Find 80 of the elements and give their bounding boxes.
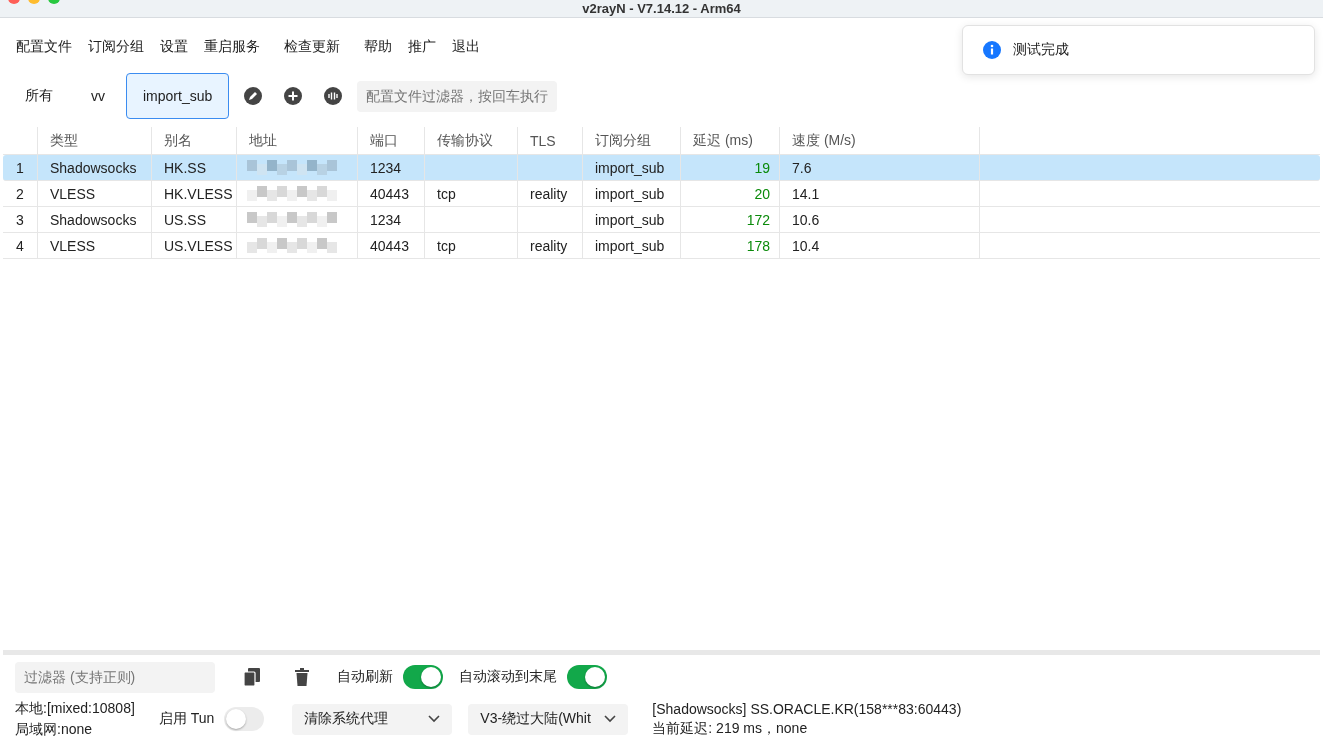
table-cell: reality xyxy=(530,185,568,202)
table-cell: reality xyxy=(530,237,568,254)
menu-item[interactable]: 帮助 xyxy=(356,38,400,56)
table-cell: 40443 xyxy=(370,237,409,254)
column-header[interactable]: 端口 xyxy=(370,131,398,150)
column-header[interactable]: 别名 xyxy=(164,131,192,150)
column-header[interactable]: 速度 (M/s) xyxy=(792,131,856,150)
local-port-text: 本地:[mixed:10808] xyxy=(15,699,135,718)
table-row[interactable]: 2 VLESS HK.VLESS 40443 tcp reality import_sub 20 14.1 xyxy=(3,181,1320,207)
toggle-switch[interactable] xyxy=(403,665,443,689)
table-row[interactable]: 1 Shadowsocks HK.SS 1234 import_sub 19 7.6 xyxy=(3,155,1320,181)
proxy-mode-dropdown[interactable]: 清除系统代理 xyxy=(292,703,453,735)
speed-test-icon[interactable] xyxy=(324,87,343,105)
trash-icon[interactable] xyxy=(295,668,309,686)
tab[interactable]: import_sub xyxy=(126,73,230,119)
row-number: 4 xyxy=(16,237,24,254)
toggle-switch[interactable] xyxy=(567,665,607,689)
profile-filter-field[interactable]: 配置文件过滤器，按回车执行 xyxy=(357,80,558,112)
toast-message: 测试完成 xyxy=(1013,41,1069,59)
table-cell: US.VLESS xyxy=(164,237,233,254)
column-header[interactable]: 订阅分组 xyxy=(595,131,651,150)
table-cell: import_sub xyxy=(595,185,665,202)
tab[interactable]: vv xyxy=(74,73,122,119)
routing-dropdown[interactable]: V3-绕过大陆(Whit xyxy=(468,703,629,735)
menu-item[interactable]: 退出 xyxy=(444,38,488,56)
table-cell: 14.1 xyxy=(792,185,820,202)
row-number: 1 xyxy=(16,159,24,176)
menu-item[interactable]: 配置文件 xyxy=(8,38,80,56)
table-cell: 10.6 xyxy=(792,211,820,228)
table-cell: 19 xyxy=(754,159,770,176)
table-cell: tcp xyxy=(437,185,456,202)
menu-item[interactable]: 重启服务 xyxy=(196,38,268,56)
toggle-label: 启用 Tun xyxy=(158,710,215,728)
table-cell: import_sub xyxy=(595,237,665,254)
chevron-down-icon xyxy=(428,715,441,723)
lan-text: 局域网:none xyxy=(15,720,94,739)
copy-icon[interactable] xyxy=(244,668,260,686)
log-filter-field[interactable]: 过滤器 (支持正则) xyxy=(15,661,215,693)
server-text: [Shadowsocks] SS.ORACLE.KR(158***83:60443) xyxy=(652,700,962,717)
add-icon[interactable] xyxy=(284,87,303,105)
toggle-switch[interactable] xyxy=(224,707,265,731)
info-icon xyxy=(983,41,1001,59)
table-cell: import_sub xyxy=(595,211,665,228)
toggle-label: 自动滚动到末尾 xyxy=(459,668,557,686)
table-cell: 1234 xyxy=(370,159,402,176)
toggle-label: 自动刷新 xyxy=(337,668,393,686)
table-cell: 1234 xyxy=(370,211,402,228)
table-cell: HK.VLESS xyxy=(164,185,233,202)
table-row[interactable]: 3 Shadowsocks US.SS 1234 import_sub 172 10.6 xyxy=(3,207,1320,233)
row-number: 2 xyxy=(16,185,24,202)
table-cell: 10.4 xyxy=(792,237,820,254)
table-cell: tcp xyxy=(437,237,456,254)
delay-text: 当前延迟: 219 ms，none xyxy=(652,719,809,738)
menu-item[interactable]: 设置 xyxy=(152,38,196,56)
table-cell: Shadowsocks xyxy=(50,159,137,176)
chevron-down-icon xyxy=(604,715,617,723)
table-cell: 172 xyxy=(746,211,770,228)
table-cell: VLESS xyxy=(50,237,96,254)
menu-item[interactable]: 推广 xyxy=(400,38,444,56)
edit-icon[interactable] xyxy=(244,87,263,105)
column-header[interactable]: 延迟 (ms) xyxy=(693,131,753,150)
table-cell: VLESS xyxy=(50,185,96,202)
table-cell: 7.6 xyxy=(792,159,812,176)
table-cell: Shadowsocks xyxy=(50,211,137,228)
table-row[interactable]: 4 VLESS US.VLESS 40443 tcp reality import_sub 178 10.4 xyxy=(3,233,1320,259)
table-cell: HK.SS xyxy=(164,159,206,176)
column-header[interactable]: 传输协议 xyxy=(437,131,493,150)
column-header[interactable]: TLS xyxy=(530,132,556,149)
column-header[interactable]: 类型 xyxy=(50,131,78,150)
table-cell: US.SS xyxy=(164,211,206,228)
tab[interactable]: 所有 xyxy=(8,73,70,119)
menu-item[interactable]: 检查更新 xyxy=(276,38,348,56)
table-cell: 40443 xyxy=(370,185,409,202)
row-number: 3 xyxy=(16,211,24,228)
column-header[interactable]: 地址 xyxy=(249,131,277,150)
menu-item[interactable]: 订阅分组 xyxy=(80,38,152,56)
table-cell: 178 xyxy=(746,237,770,254)
table-cell: import_sub xyxy=(595,159,665,176)
table-cell: 20 xyxy=(754,185,770,202)
window-title: v2rayN - V7.14.12 - Arm64 xyxy=(582,1,741,16)
